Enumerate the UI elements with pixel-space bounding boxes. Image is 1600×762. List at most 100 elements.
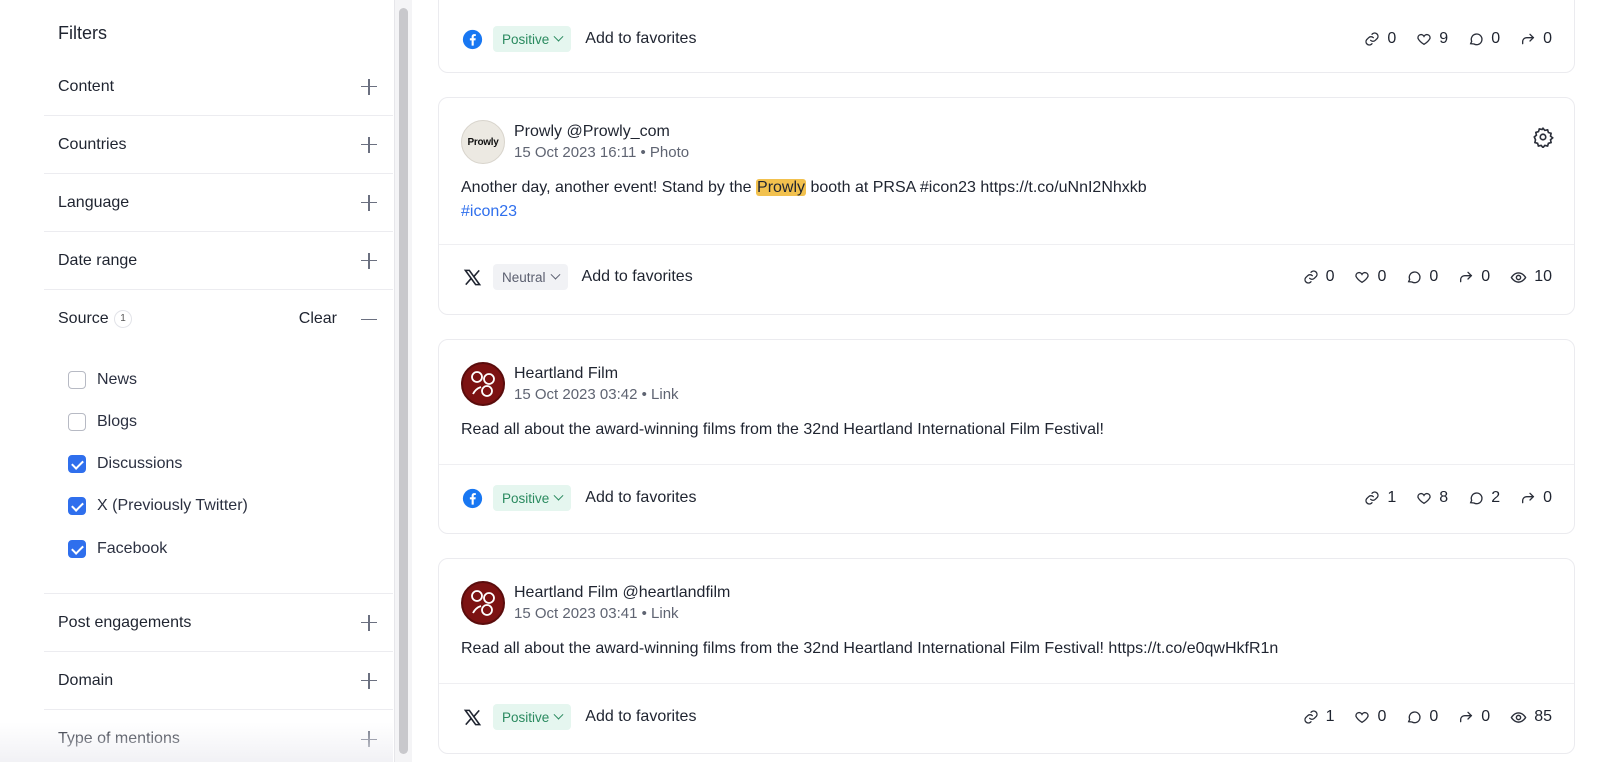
hashtag-link[interactable]: #icon23: [461, 200, 517, 224]
plus-icon[interactable]: [361, 78, 377, 95]
post-author[interactable]: Heartland Film: [514, 363, 679, 384]
heart-icon: [1355, 271, 1370, 284]
chevron-down-icon: [550, 269, 560, 280]
post-author[interactable]: Prowly @Prowly_com: [514, 121, 689, 142]
plus-icon[interactable]: [361, 252, 377, 269]
source-option-blogs[interactable]: Blogs: [68, 411, 137, 433]
add-to-favorites-button[interactable]: Add to favorites: [585, 708, 696, 726]
checkbox[interactable]: [68, 371, 86, 389]
mention-actions: Positive Add to favorites 1 0 0 0 85: [461, 702, 1552, 732]
filter-post-engagements[interactable]: Post engagements: [44, 594, 393, 652]
source-option-discussions[interactable]: Discussions: [68, 453, 182, 475]
x-logo-icon: [461, 706, 483, 728]
comments-stat: 0: [1406, 708, 1438, 726]
filter-content[interactable]: Content: [44, 58, 393, 116]
likes-stat: 0: [1354, 708, 1386, 726]
filter-label: Countries: [58, 135, 127, 153]
scrollbar-thumb[interactable]: [399, 8, 408, 754]
filter-label: Type of mentions: [58, 730, 180, 747]
post-meta: 15 Oct 2023 16:11 • Photo: [514, 144, 690, 161]
facebook-icon: [461, 28, 483, 50]
post-author[interactable]: Heartland Film @heartlandfilm: [514, 582, 730, 603]
source-option-news[interactable]: News: [68, 369, 137, 391]
divider: [439, 464, 1574, 465]
filter-label: Language: [58, 193, 130, 211]
author-handle: @Prowly_com: [566, 123, 670, 140]
stat-value: 1: [1325, 708, 1335, 725]
option-label: Discussions: [97, 455, 183, 472]
add-to-favorites-button[interactable]: Add to favorites: [582, 268, 693, 286]
checkbox[interactable]: [68, 413, 86, 431]
plus-icon[interactable]: [361, 194, 377, 211]
author-handle: @heartlandfilm: [622, 584, 731, 601]
post-author-block: Heartland Film @heartlandfilm 15 Oct 202…: [514, 581, 730, 625]
mention-actions: Positive Add to favorites 1 8 2 0: [461, 483, 1552, 513]
mention-card: Heartland Film 15 Oct 2023 03:42 • Link …: [438, 339, 1575, 534]
stat-value: 0: [1429, 268, 1439, 285]
post-meta: 15 Oct 2023 03:42 • Link: [514, 386, 679, 403]
plus-icon[interactable]: [361, 136, 377, 153]
likes-stat: 9: [1416, 30, 1448, 48]
mention-card: Prowly Prowly @Prowly_com 15 Oct 2023 16…: [438, 97, 1575, 315]
sentiment-label: Positive: [502, 709, 550, 725]
option-label: Facebook: [97, 540, 168, 557]
post-header: Prowly Prowly @Prowly_com 15 Oct 2023 16…: [461, 120, 689, 164]
post-type: Photo: [649, 144, 690, 161]
post-date: 15 Oct 2023 03:42: [514, 386, 638, 403]
post-date: 15 Oct 2023 03:41: [514, 605, 638, 622]
sentiment-dropdown[interactable]: Neutral: [493, 264, 568, 290]
filter-source[interactable]: Source 1 Clear: [44, 290, 393, 348]
post-text: Read all about the award-winning films f…: [461, 640, 1279, 657]
views-stat: 10: [1510, 268, 1552, 286]
avatar[interactable]: Prowly: [461, 120, 505, 164]
stat-value: 0: [1377, 268, 1387, 285]
checkbox[interactable]: [68, 497, 86, 515]
stat-value: 0: [1387, 30, 1397, 47]
source-option-facebook[interactable]: Facebook: [68, 538, 167, 560]
filter-label: Source: [58, 310, 109, 327]
author-name: Prowly: [514, 123, 563, 140]
filters-sidebar: Filters Content Countries Language Date …: [0, 0, 393, 762]
avatar[interactable]: [461, 581, 505, 625]
sentiment-dropdown[interactable]: Positive: [493, 704, 572, 730]
comment-icon: [1408, 711, 1422, 724]
post-author-block: Heartland Film 15 Oct 2023 03:42 • Link: [514, 362, 679, 406]
stat-value: 0: [1481, 268, 1491, 285]
plus-icon[interactable]: [361, 731, 377, 747]
option-label: Blogs: [97, 413, 138, 430]
avatar[interactable]: [461, 362, 505, 406]
sentiment-dropdown[interactable]: Positive: [493, 485, 572, 511]
filter-type-of-mentions[interactable]: Type of mentions: [44, 710, 393, 762]
add-to-favorites-button[interactable]: Add to favorites: [585, 489, 696, 507]
plus-icon[interactable]: [361, 672, 377, 689]
checkbox[interactable]: [68, 540, 86, 558]
filter-countries[interactable]: Countries: [44, 116, 393, 174]
sidebar-scrollbar[interactable]: [394, 0, 412, 762]
engagement-stats: 0 9 0 0: [1344, 30, 1552, 48]
shares-stat: 0: [1458, 268, 1490, 286]
filter-date-range[interactable]: Date range: [44, 232, 393, 290]
filter-domain[interactable]: Domain: [44, 652, 393, 710]
gear-icon[interactable]: [1532, 126, 1554, 153]
mentions-feed: Positive Add to favorites 0 9 0 0 Prowly…: [412, 0, 1600, 762]
filter-language[interactable]: Language: [44, 174, 393, 232]
post-type: Link: [651, 605, 679, 622]
source-option-x[interactable]: X (Previously Twitter): [68, 495, 248, 517]
heart-icon: [1417, 492, 1431, 505]
eye-icon: [1510, 711, 1527, 723]
share-icon: [1522, 33, 1535, 45]
filter-count-badge: 1: [114, 310, 132, 328]
sentiment-label: Neutral: [502, 269, 546, 285]
checkbox[interactable]: [68, 455, 86, 473]
clear-source-button[interactable]: Clear: [299, 310, 337, 328]
sentiment-dropdown[interactable]: Positive: [493, 26, 572, 52]
plus-icon[interactable]: [361, 614, 377, 631]
facebook-icon: [461, 487, 483, 509]
add-to-favorites-button[interactable]: Add to favorites: [585, 30, 696, 48]
stat-value: 8: [1439, 489, 1449, 506]
divider: [439, 244, 1574, 245]
minus-icon[interactable]: [361, 311, 377, 327]
stat-value: 2: [1491, 489, 1501, 506]
sentiment-label: Positive: [502, 490, 550, 506]
stat-value: 0: [1429, 708, 1439, 725]
